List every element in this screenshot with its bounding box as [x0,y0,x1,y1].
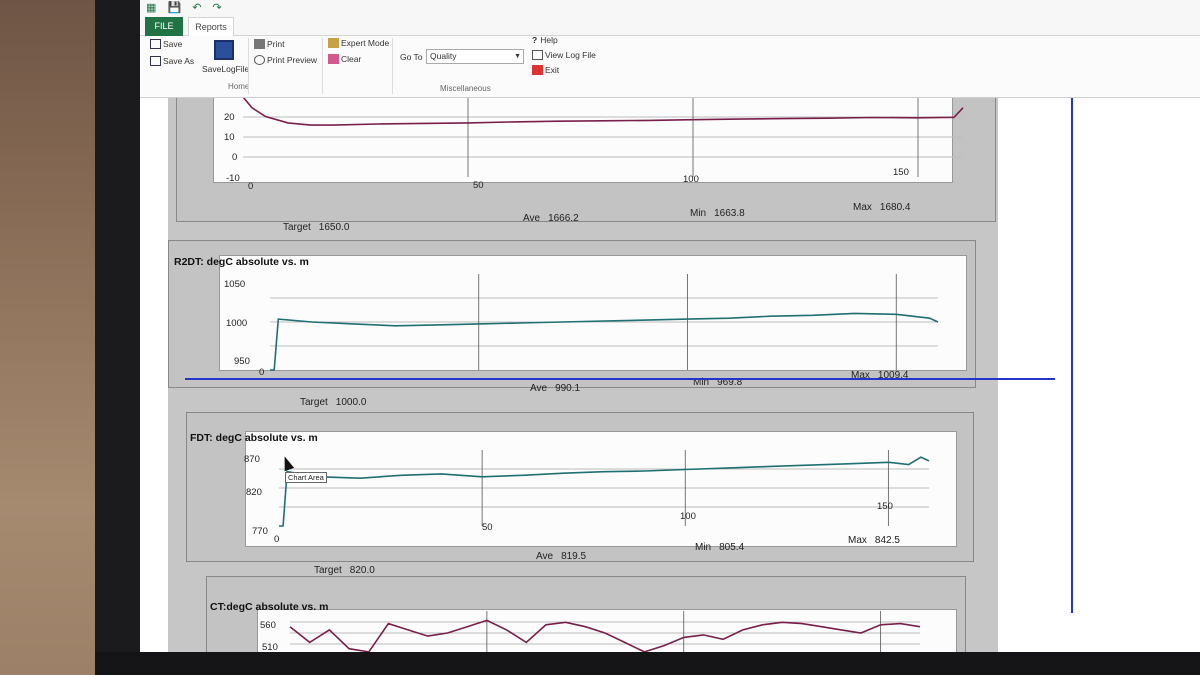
stat-average: Ave 819.5 [536,551,587,562]
x-tick: 50 [473,180,484,191]
ribbon-separator [322,38,323,94]
monitor-bezel-bottom [95,652,1200,675]
stat-average: Ave 990.1 [530,383,581,394]
y-tick: 0 [232,152,238,163]
stat-max: Max 842.5 [848,535,900,546]
page-break-line-vertical [1071,98,1073,613]
help-button[interactable]: ? Help [532,35,558,45]
print-button[interactable]: Print [254,39,284,49]
x-tick: 100 [683,174,699,185]
series-line [289,619,921,653]
chart-1-plot [242,98,964,177]
redo-icon[interactable]: ↷ [213,2,222,14]
x-tick: 150 [877,501,893,512]
y-tick: 20 [224,112,235,123]
report-sheet[interactable]: 20 10 0 -10 0 50 100 150 Target 1650.0 Av… [140,98,1200,660]
stat-min: Min 1663.8 [690,208,745,219]
y-tick: 770 [252,526,268,537]
ribbon-separator [392,38,393,94]
stat-target: Target 1000.0 [300,397,367,408]
exit-icon [532,65,543,75]
undo-icon[interactable]: ↶ [192,2,201,14]
x-tick: 100 [680,511,696,522]
y-tick: -10 [226,173,240,184]
chart-4-plot [289,611,921,655]
expert-icon [328,38,339,48]
save-log-file-button[interactable]: SaveLogFile [202,40,249,74]
tab-reports[interactable]: Reports [188,17,234,37]
tab-file[interactable]: FILE [145,17,183,36]
series-line [279,456,930,527]
x-tick: 0 [248,181,254,192]
x-tick: 150 [893,167,909,178]
chart-2-plot [270,274,939,371]
stat-target: Target 1650.0 [283,222,350,233]
exit-button[interactable]: Exit [532,65,559,75]
y-tick: 560 [260,620,276,631]
ribbon: Save Save As SaveLogFile Home Print Prin… [140,35,1200,98]
excel-window: ▦ 💾 ↶ ↷ FILE Reports Save Save As SaveLo… [140,0,1200,660]
save-icon[interactable]: 💾 [167,2,181,14]
goto-label: Go To [400,52,423,62]
chart-3-plot [279,450,930,527]
quick-access-toolbar: ▦ 💾 ↶ ↷ [146,1,230,14]
question-icon: ? [532,35,538,45]
print-preview-button[interactable]: Print Preview [254,55,317,65]
printer-icon [254,39,265,49]
stat-average: Ave 1666.2 [523,213,579,224]
chart-area-tooltip: Chart Area [285,472,327,483]
chevron-down-icon: ▼ [514,53,521,60]
save-as-icon [150,56,161,66]
ribbon-tabs: FILE Reports [140,16,1200,37]
ribbon-separator [248,38,249,94]
page-break-line-horizontal [185,378,1055,380]
x-tick: 0 [259,367,265,378]
clear-button[interactable]: Clear [328,54,361,64]
y-tick: 950 [234,356,250,367]
stat-target: Target 820.0 [314,565,375,576]
magnifier-icon [254,55,265,65]
x-tick: 0 [274,534,280,545]
series-line [242,98,964,126]
stat-max: Max 1680.4 [853,202,911,213]
view-log-file-button[interactable]: View Log File [532,50,596,60]
expert-mode-button[interactable]: Expert Mode [328,38,389,48]
y-tick: 1050 [224,279,246,290]
x-tick: 50 [482,522,493,533]
floppy-icon [214,40,234,60]
y-tick: 10 [224,132,235,143]
y-tick: 870 [244,454,260,465]
goto-select[interactable]: Quality ▼ [426,49,524,64]
y-tick: 820 [246,487,262,498]
save-as-button[interactable]: Save As [150,56,194,66]
eraser-icon [328,54,339,64]
log-file-icon [532,50,543,60]
group-misc-label: Miscellaneous [440,84,491,93]
chart-2-title: R2DT: degC absolute vs. m [174,256,309,268]
title-bar: ▦ 💾 ↶ ↷ [140,0,1200,16]
y-tick: 1000 [226,318,248,329]
group-home-label: Home [228,82,250,91]
save-icon [150,39,161,49]
stat-min: Min 805.4 [695,542,745,553]
chart-3-title: FDT: degC absolute vs. m [190,432,318,444]
excel-icon[interactable]: ▦ [146,2,156,14]
save-button[interactable]: Save [150,39,182,49]
